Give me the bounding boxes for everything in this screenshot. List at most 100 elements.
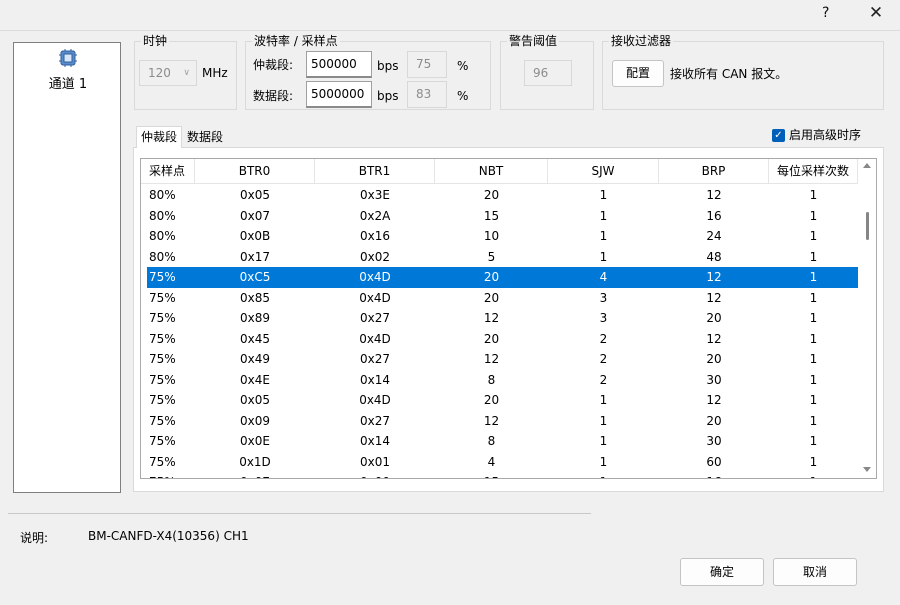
ok-button[interactable]: 确定 (680, 558, 764, 586)
table-cell: 12 (706, 331, 722, 346)
filter-legend: 接收过滤器 (609, 34, 674, 48)
arb-rate-label: 仲裁段: (253, 58, 294, 72)
tab-data[interactable]: 数据段 (183, 127, 227, 147)
table-cell: 1 (809, 331, 818, 346)
table-cell: 0x05 (239, 188, 270, 202)
table-header: 采样点 BTR0 BTR1 NBT SJW BRP 每位采样次数 (141, 159, 858, 184)
data-rate-label: 数据段: (253, 89, 294, 103)
table-cell: 1 (599, 188, 608, 202)
clock-legend: 时钟 (141, 34, 170, 48)
tab-arbitration[interactable]: 仲裁段 (136, 126, 183, 148)
table-cell: 20 (706, 413, 722, 428)
table-row[interactable]: 80% 0x07 0x2A 15 1 16 1 (147, 206, 858, 227)
column-header[interactable]: NBT (435, 159, 548, 184)
advanced-timing-checkbox[interactable]: ✓ (772, 129, 785, 142)
titlebar-divider (0, 30, 900, 31)
table-cell: 16 (659, 472, 769, 478)
table-row[interactable]: 75% 0x85 0x4D 20 3 12 1 (147, 288, 858, 309)
table-cell: 24 (706, 229, 722, 243)
table-cell: 12 (483, 413, 500, 428)
column-header[interactable]: BTR0 (195, 159, 315, 184)
table-row[interactable]: 80% 0x05 0x3E 20 1 12 1 (147, 185, 858, 206)
table-cell: 1 (599, 249, 608, 264)
table-scrollbar[interactable] (859, 159, 876, 478)
table-cell: 20 (483, 393, 500, 407)
table-cell: 30 (706, 434, 722, 448)
table-cell: 12 (706, 290, 722, 305)
table-row[interactable]: 75% 0xC5 0x4D 20 4 12 1 (147, 267, 858, 288)
scroll-up-icon[interactable] (863, 163, 871, 168)
column-header[interactable]: BTR1 (315, 159, 435, 184)
table-body: 80% 0x05 0x3E 20 1 12 1 80% 0x07 0x2A 15 1 16 1 80% 0x0… (147, 185, 858, 478)
table-cell: 1 (809, 208, 818, 223)
column-header[interactable]: 采样点 (141, 159, 195, 184)
clock-select[interactable]: 120 ∨ (139, 60, 197, 86)
table-cell: 0x4D (359, 270, 391, 284)
table-cell: 80% (149, 188, 176, 202)
table-cell: 75% (149, 311, 176, 325)
data-sample-point: 83 (407, 81, 447, 108)
data-sample-unit: % (457, 89, 469, 103)
table-cell: 0x07 (195, 472, 315, 478)
table-row[interactable]: 75% 0x0E 0x14 8 1 30 1 (147, 431, 858, 452)
table-row[interactable]: 75% 0x05 0x4D 20 1 12 1 (147, 390, 858, 411)
table-row[interactable]: 80% 0x17 0x02 5 1 48 1 (147, 247, 858, 268)
scroll-down-icon[interactable] (863, 467, 871, 472)
table-cell: 20 (706, 311, 722, 325)
table-cell: 0x27 (359, 311, 390, 325)
table-row[interactable]: 75% 0x4E 0x14 8 2 30 1 (147, 370, 858, 391)
table-cell: 8 (487, 434, 496, 448)
table-cell: 0x05 (239, 393, 270, 407)
can-channel-icon (59, 49, 77, 67)
table-cell: 75% (149, 270, 176, 284)
arb-rate-input[interactable]: 500000 (306, 51, 372, 78)
table-cell: 60 (706, 454, 722, 469)
table-row[interactable]: 75% 0x09 0x27 12 1 20 1 (147, 411, 858, 432)
table-cell: 75% (149, 372, 176, 387)
table-row[interactable]: 75% 0x49 0x27 12 2 20 1 (147, 349, 858, 370)
table-cell: 20 (706, 352, 722, 366)
filter-config-button[interactable]: 配置 (612, 60, 664, 87)
scroll-thumb[interactable] (866, 212, 869, 240)
table-cell: 0x00 (315, 472, 435, 478)
table-cell: 75% (149, 393, 176, 407)
table-row[interactable]: 75% 0x1D 0x01 4 1 60 1 (147, 452, 858, 473)
table-cell: 12 (706, 393, 722, 407)
table-cell: 1 (599, 208, 608, 223)
data-rate-input[interactable]: 5000000 (306, 81, 372, 108)
channel-list[interactable]: 通道 1 (13, 42, 121, 493)
arb-rate-unit: bps (377, 59, 399, 73)
table-cell: 1 (809, 413, 818, 428)
table-cell: 0x85 (239, 290, 270, 305)
cancel-button[interactable]: 取消 (773, 558, 857, 586)
arb-sample-unit: % (457, 59, 469, 73)
table-cell: 0x16 (359, 229, 390, 243)
table-cell: 1 (599, 393, 608, 407)
checkmark-icon: ✓ (774, 130, 783, 141)
table-cell: 15 (483, 208, 500, 223)
table-row[interactable]: 75% 0x89 0x27 12 3 20 1 (147, 308, 858, 329)
column-header[interactable]: 每位采样次数 (769, 159, 858, 184)
table-cell: 0x3E (360, 188, 390, 202)
table-cell: 80% (149, 249, 176, 264)
table-cell: 0x0E (240, 434, 270, 448)
column-header[interactable]: SJW (548, 159, 659, 184)
table-cell: 80% (149, 208, 176, 223)
table-cell: 0x2A (359, 208, 391, 223)
chevron-down-icon: ∨ (183, 68, 190, 78)
column-header[interactable]: BRP (659, 159, 769, 184)
channel-item[interactable]: 通道 1 (38, 48, 98, 92)
close-button[interactable]: ✕ (866, 3, 886, 23)
table-row[interactable]: 75%0x070x00151161 (147, 472, 858, 478)
table-row[interactable]: 75% 0x45 0x4D 20 2 12 1 (147, 329, 858, 350)
table-row[interactable]: 80% 0x0B 0x16 10 1 24 1 (147, 226, 858, 247)
table-cell: 0x89 (239, 311, 270, 325)
table-cell: 1 (599, 413, 608, 428)
table-cell: 1 (809, 352, 818, 366)
help-button[interactable]: ? (822, 5, 829, 21)
table-cell: 75% (149, 434, 176, 448)
timing-table[interactable]: 采样点 BTR0 BTR1 NBT SJW BRP 每位采样次数 80% 0x05… (140, 158, 877, 479)
warning-legend: 警告阈值 (507, 34, 560, 48)
table-cell: 80% (149, 229, 176, 243)
table-cell: 1 (809, 393, 818, 407)
